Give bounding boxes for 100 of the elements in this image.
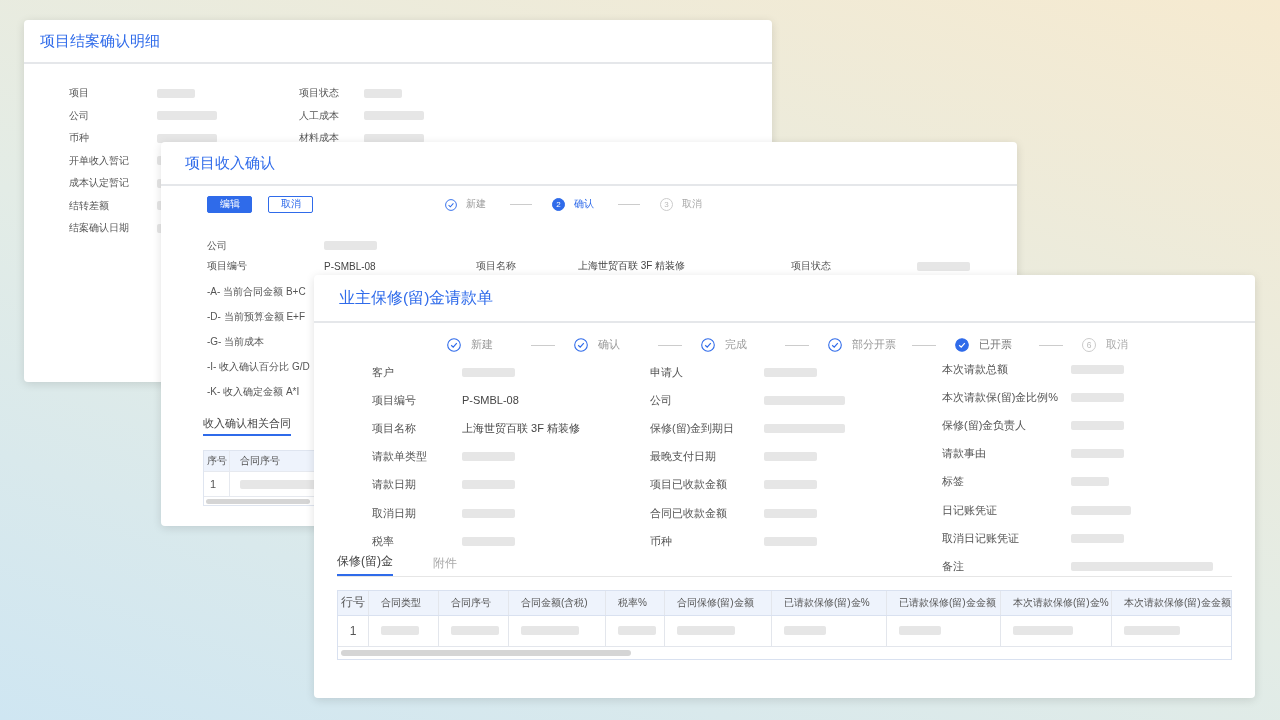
table-cell: 1 [204,472,230,496]
field-label: 客户 [372,365,394,378]
field-label: 合同已收款金额 [650,506,727,519]
field-label: 请款日期 [372,478,416,491]
value-placeholder [1071,533,1124,543]
column-header: 合同保修(留)金额 [665,590,772,615]
column-header: 本次请款保修(留)金% [1001,590,1112,615]
value-placeholder [764,452,817,462]
step-label: 部分开票 [852,338,896,352]
tab[interactable]: 保修(留)金 [337,552,393,576]
window-title: 业主保修(留)金请款单 [339,287,494,308]
field-value: P-SMBL-08 [324,260,376,272]
field-label: 结转差额 [69,199,109,211]
field-label: 项目名称 [372,421,416,434]
value-placeholder [764,508,817,518]
field-label: 项目状态 [791,260,831,271]
field-label: 币种 [650,534,672,547]
field-value: P-SMBL-08 [462,394,519,407]
field-label: -A- 当前合同金额 B+C [207,285,306,299]
value-placeholder [1124,626,1180,635]
step-label: 取消 [682,198,702,211]
column-header: 合同序号 [439,590,509,615]
value-placeholder [364,88,402,98]
edit-button[interactable]: 编辑 [207,196,252,213]
step-label: 新建 [466,198,486,211]
value-placeholder [462,367,515,377]
value-placeholder [462,508,515,518]
field-label: 公司 [650,393,672,406]
value-placeholder [381,626,419,635]
column-header: 合同序号 [239,453,280,468]
step-label: 取消 [1106,338,1128,352]
value-placeholder [1071,420,1124,430]
value-placeholder [1071,477,1109,487]
field-label: -K- 收入确定金额 A*I [207,385,300,399]
field-label: 项目名称 [476,260,516,271]
cancel-button[interactable]: 取消 [268,196,313,213]
value-placeholder [157,133,217,143]
value-placeholder [1071,449,1124,459]
field-label: 请款单类型 [372,450,427,463]
field-label: 申请人 [650,365,683,378]
field-label: -G- 当前成本 [207,335,265,349]
value-placeholder [1071,505,1131,515]
field-label: 结案确认日期 [69,222,129,234]
field-label: 项目 [69,87,89,99]
field-label: 最晚支付日期 [650,450,716,463]
field-label: 备注 [942,559,964,572]
column-header: 合同类型 [369,590,439,615]
window-title: 项目收入确认 [185,153,275,173]
column-header: 序号 [204,451,230,471]
value-placeholder [157,111,217,121]
value-placeholder [364,111,424,121]
field-value: 上海世贸百联 3F 精装修 [578,259,686,273]
field-label: 公司 [207,239,227,251]
value-placeholder [764,367,817,377]
value-placeholder [784,626,826,635]
value-placeholder [618,626,656,635]
value-placeholder [917,261,970,271]
field-label: 本次请款保(留)金比例% [942,390,1059,403]
value-placeholder [462,480,515,490]
field-label: 取消日期 [372,506,416,519]
field-value: 上海世贸百联 3F 精装修 [462,420,580,436]
field-label: 公司 [69,109,89,121]
field-label: 成本认定暂记 [69,177,129,189]
tab[interactable]: 收入确认相关合同 [203,416,291,436]
field-label: 保修(留)金负责人 [942,418,1027,431]
field-label: 请款事由 [942,447,986,460]
field-label: 项目已收款金额 [650,478,727,491]
table-cell: 1 [338,615,369,646]
column-header: 已请款保修(留)金% [772,590,887,615]
scrollbar[interactable] [206,498,310,504]
column-header: 合同金额(含税) [509,590,606,615]
column-header: 税率% [606,590,665,615]
step-number: 6 [1082,338,1096,352]
value-placeholder [1013,626,1073,635]
value-placeholder [157,88,195,98]
field-label: 税率 [372,534,394,547]
value-placeholder [521,626,579,635]
field-label: 项目编号 [207,260,247,271]
field-label: 材料成本 [299,132,339,144]
step-label: 完成 [725,338,747,352]
field-label: 项目编号 [372,393,416,406]
value-placeholder [364,133,424,143]
column-header: 本次请款保修(留)金金额 [1123,595,1232,610]
value-placeholder [1071,364,1124,374]
field-label: 开单收入暂记 [69,154,129,166]
value-placeholder [462,536,515,546]
value-placeholder [1071,392,1124,402]
value-placeholder [764,536,817,546]
field-label: 币种 [69,132,89,144]
step-label: 已开票 [979,338,1012,352]
scrollbar[interactable] [341,649,631,656]
value-placeholder [764,480,817,490]
step-number: 2 [552,198,565,211]
column-header: 行号 [338,590,369,615]
value-placeholder [324,241,377,250]
value-placeholder [451,626,499,635]
window-title: 项目结案确认明细 [40,31,160,51]
field-label: 取消日记账凭证 [942,531,1019,544]
value-placeholder [899,626,941,635]
field-label: 保修(留)金到期日 [650,421,735,434]
